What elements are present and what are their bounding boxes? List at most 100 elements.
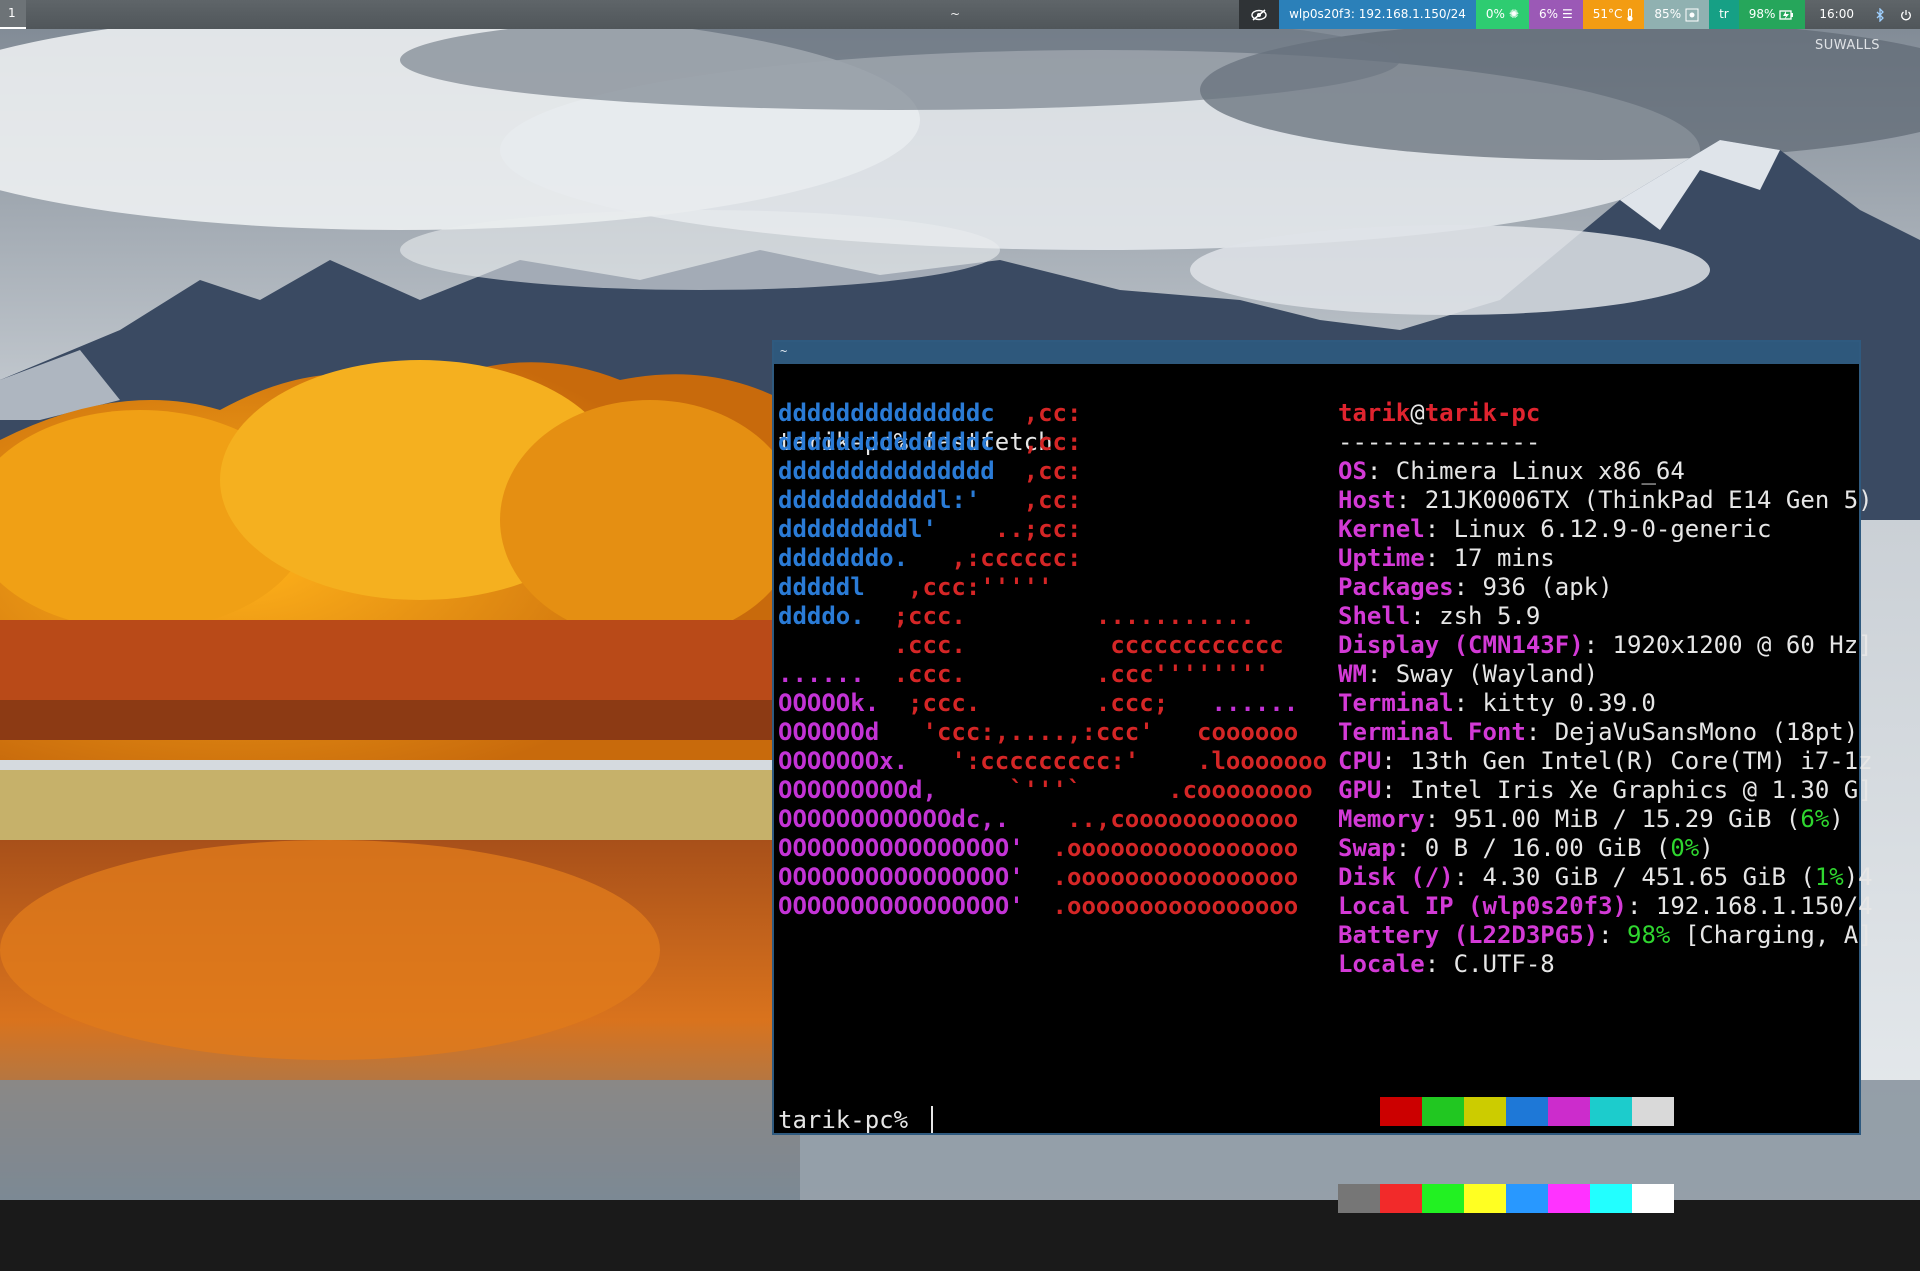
ascii-logo-line: OOOOOOOx. ':ccccccccc:' .looooooo (778, 747, 1327, 776)
ascii-logo-line-segment: OOOOOOOOOOOOOOOO' (778, 892, 1024, 920)
bluetooth-icon (1876, 7, 1884, 22)
backlight-module[interactable]: 85% (1644, 0, 1710, 29)
memory-icon: ☰ (1562, 7, 1573, 21)
info-line-segment: : DejaVuSansMono (18pt) (1525, 718, 1859, 746)
info-line-segment: Terminal (1338, 689, 1454, 717)
color-swatch (1632, 1097, 1674, 1126)
info-line-segment: )4 (1843, 863, 1873, 891)
info-line-segment: Kernel (1338, 515, 1425, 543)
ascii-logo-line: .ccc. cccccccccccc (778, 631, 1327, 660)
ascii-logo-line-segment: OOOOOOd (778, 718, 880, 746)
ascii-logo-line-segment: ,cc: (994, 399, 1082, 427)
info-line-segment: Host (1338, 486, 1396, 514)
info-line: GPU: Intel Iris Xe Graphics @ 1.30 G] (1338, 776, 1873, 805)
info-line-segment: ) (1699, 834, 1714, 862)
info-line-segment: Battery (L22D3PG5) (1338, 921, 1599, 949)
ascii-logo-line-segment: ,cc: (980, 486, 1082, 514)
info-line-segment: Swap (1338, 834, 1396, 862)
bluetooth-module[interactable] (1868, 0, 1892, 29)
info-line-segment: WM (1338, 660, 1367, 688)
ascii-logo-line-segment: .oooooooooooooooo (1023, 863, 1299, 891)
ascii-logo: ddddddddddddddc ,cc: ddddddddddddddc ,cc:… (778, 399, 1327, 921)
color-swatch (1464, 1184, 1506, 1213)
thermometer-icon (1627, 7, 1634, 21)
terminal-body[interactable]: tarik-pc% fastfetch ddddddddddddddc ,cc:… (778, 370, 1873, 1213)
ascii-logo-line: dddddddddl' ..;cc: (778, 515, 1327, 544)
terminal-window[interactable]: ~ tarik-pc% fastfetch ddddddddddddddc ,c… (772, 340, 1873, 1213)
memory-module[interactable]: 6% ☰ (1528, 0, 1583, 29)
info-line-segment: @ (1410, 399, 1425, 427)
color-palette (1338, 1039, 1674, 1271)
color-swatch (1590, 1097, 1632, 1126)
info-line-segment: OS (1338, 457, 1367, 485)
color-swatch (1422, 1184, 1464, 1213)
ascii-logo-line-segment: ':ccccccccc:' .looooooo (908, 747, 1328, 775)
status-modules: wlp0s20f3: 192.168.1.150/24 0% ✺ 6% ☰ 51… (1239, 0, 1920, 29)
info-line: -------------- (1338, 428, 1873, 457)
ascii-logo-line-segment: ddddo. (778, 602, 865, 630)
workspace-button-1[interactable]: 1 (0, 0, 26, 29)
info-line-segment: Disk (/) (1338, 863, 1454, 891)
info-line-segment: Uptime (1338, 544, 1425, 572)
palette-row-normal (1338, 1097, 1674, 1126)
system-info: tarik@tarik-pc -------------- OS: Chimera … (1338, 399, 1873, 979)
language-module[interactable]: tr (1709, 0, 1739, 29)
info-line: Local IP (wlp0s20f3): 192.168.1.150/4 (1338, 892, 1873, 921)
info-line: Shell: zsh 5.9 (1338, 602, 1873, 631)
ascii-logo-line-segment: ...... (1211, 689, 1299, 717)
info-line-segment: : 936 (apk) (1453, 573, 1613, 601)
color-swatch (1590, 1184, 1632, 1213)
network-status: wlp0s20f3: 192.168.1.150/24 (1289, 7, 1466, 21)
info-line: Swap: 0 B / 16.00 GiB (0%) (1338, 834, 1873, 863)
memory-usage: 6% (1538, 7, 1558, 21)
idle-inhibitor-module[interactable] (1239, 0, 1280, 29)
info-line-segment: Locale (1338, 950, 1425, 978)
info-line-segment: : Intel Iris Xe Graphics @ 1.30 G] (1381, 776, 1873, 804)
ascii-logo-line: OOOOOOd 'ccc:,....,:ccc' coooooo (778, 718, 1327, 747)
info-line-segment: 6% (1800, 805, 1830, 833)
prompt: tarik-pc% (778, 1106, 923, 1134)
ascii-logo-line-segment: .oooooooooooooooo (1023, 892, 1299, 920)
info-line: Locale: C.UTF-8 (1338, 950, 1873, 979)
info-line-segment: : zsh 5.9 (1410, 602, 1541, 630)
info-line-segment: 1% (1814, 863, 1844, 891)
focused-window-title: ~ (950, 7, 961, 21)
info-line-segment: Local IP (wlp0s20f3) (1338, 892, 1627, 920)
color-swatch (1506, 1097, 1548, 1126)
info-line: Disk (/): 4.30 GiB / 451.65 GiB (1%)4 (1338, 863, 1873, 892)
info-line-segment: 0% (1670, 834, 1700, 862)
power-module[interactable] (1892, 0, 1920, 29)
power-icon (1901, 9, 1911, 20)
cpu-module[interactable]: 0% ✺ (1475, 0, 1529, 29)
ascii-logo-line-segment: ,ccc:''''' (864, 573, 1053, 601)
battery-module[interactable]: 98% (1738, 0, 1806, 29)
ascii-logo-line: ddddo. ;ccc. ........... (778, 602, 1327, 631)
ascii-logo-line-segment: ...... (778, 660, 865, 688)
ascii-logo-line-segment: 'ccc:,....,:ccc' (879, 718, 1198, 746)
ascii-logo-line-segment: ddddddddddddddd (778, 457, 995, 485)
active-prompt-line[interactable]: tarik-pc% (778, 1106, 933, 1135)
color-swatch (1548, 1097, 1590, 1126)
info-line-segment: : 13th Gen Intel(R) Core(TM) i7-1z (1381, 747, 1873, 775)
ascii-logo-line-segment: dddddddddddl:' (778, 486, 981, 514)
ascii-logo-line-segment: OOOOOOOx. (778, 747, 909, 775)
temperature-module[interactable]: 51°C (1582, 0, 1645, 29)
color-swatch (1506, 1184, 1548, 1213)
info-line: Memory: 951.00 MiB / 15.29 GiB (6%) (1338, 805, 1873, 834)
info-line-segment: : 951.00 MiB / 15.29 GiB ( (1424, 805, 1801, 833)
terminal-titlebar[interactable]: ~ (774, 342, 1859, 364)
info-line: Display (CMN143F): 1920x1200 @ 60 Hz] (1338, 631, 1873, 660)
clock-module[interactable]: 16:00 (1805, 0, 1868, 29)
ascii-logo-line-segment: OOOOOk. (778, 689, 880, 717)
ascii-logo-line-segment: OOOOOOOOOOOOOOOO' (778, 863, 1024, 891)
ascii-logo-line-segment: OOOOOOOOOd, (778, 776, 937, 804)
info-line-segment: : Sway (Wayland) (1366, 660, 1599, 688)
info-line: CPU: 13th Gen Intel(R) Core(TM) i7-1z (1338, 747, 1873, 776)
info-line-segment: GPU (1338, 776, 1382, 804)
ascii-logo-line-segment: .ccc. .ccc'''''''' (864, 660, 1270, 688)
ascii-logo-line-segment: ;ccc. .ccc; (879, 689, 1212, 717)
info-line-segment: tarik-pc (1424, 399, 1541, 427)
ascii-logo-line-segment: ;ccc. ........... (864, 602, 1255, 630)
ascii-logo-line-segment: dddddddddl' (778, 515, 937, 543)
network-module[interactable]: wlp0s20f3: 192.168.1.150/24 (1279, 0, 1476, 29)
